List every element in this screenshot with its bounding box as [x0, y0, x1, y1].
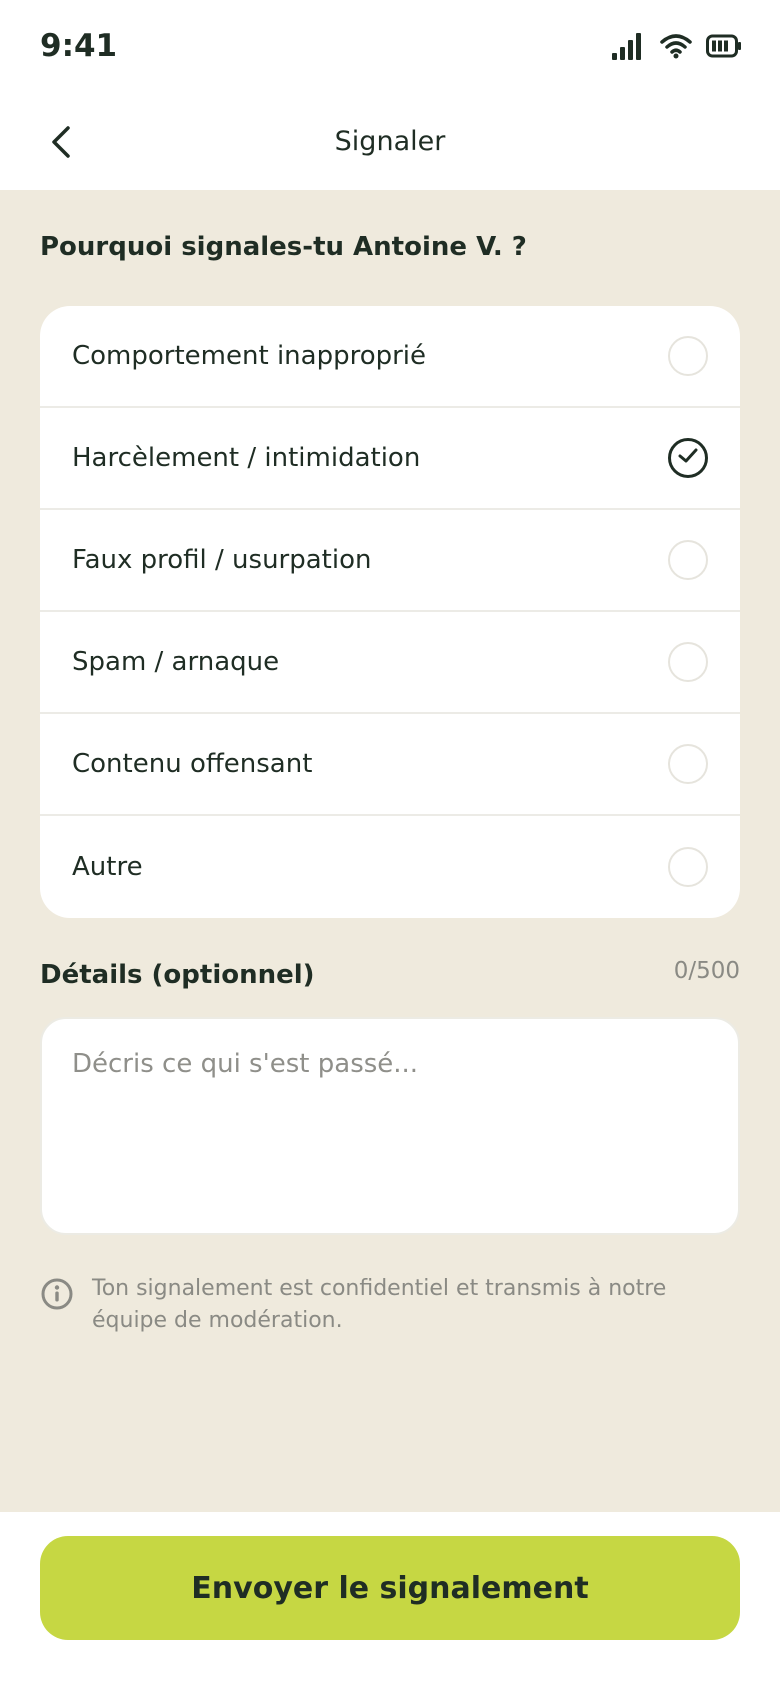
status-icons [612, 32, 742, 64]
reason-label: Faux profil / usurpation [72, 545, 372, 575]
details-textarea[interactable] [42, 1019, 738, 1233]
radio-button-checked[interactable] [668, 438, 708, 478]
check-icon [677, 447, 699, 469]
radio-button[interactable] [668, 642, 708, 682]
header: Signaler [0, 96, 780, 190]
reason-label: Spam / arnaque [72, 647, 280, 677]
reason-option[interactable]: Comportement inapproprié [40, 306, 740, 408]
reason-label: Contenu offensant [72, 749, 313, 779]
radio-button[interactable] [668, 847, 708, 887]
status-time: 9:41 [40, 28, 118, 64]
submit-report-button[interactable]: Envoyer le signalement [40, 1536, 740, 1640]
info-text: Ton signalement est confidentiel et tran… [92, 1276, 667, 1333]
radio-button[interactable] [668, 336, 708, 376]
radio-button[interactable] [668, 540, 708, 580]
reason-label: Harcèlement / intimidation [72, 443, 421, 473]
details-field-container [40, 1017, 740, 1235]
info-note: Ton signalement est confidentiel et tran… [40, 1273, 740, 1337]
reason-option[interactable]: Harcèlement / intimidation [40, 408, 740, 510]
info-icon [40, 1273, 74, 1315]
reason-option[interactable]: Autre [40, 816, 740, 918]
reason-option[interactable]: Contenu offensant [40, 714, 740, 816]
details-label: Détails (optionnel) [40, 960, 315, 990]
character-counter: 0/500 [673, 958, 740, 984]
page-title: Signaler [334, 126, 446, 157]
status-bar: 9:41 [0, 0, 780, 96]
footer: Envoyer le signalement [0, 1512, 780, 1688]
signal-icon [612, 32, 646, 64]
wifi-icon [660, 33, 692, 63]
reason-option[interactable]: Faux profil / usurpation [40, 510, 740, 612]
reason-label: Autre [72, 852, 143, 882]
reason-label: Comportement inapproprié [72, 341, 427, 371]
reason-options: Comportement inapproprié Harcèlement / i… [40, 306, 740, 918]
report-question: Pourquoi signales-tu Antoine V. ? [40, 232, 527, 262]
reason-option[interactable]: Spam / arnaque [40, 612, 740, 714]
battery-icon [706, 34, 742, 62]
radio-button[interactable] [668, 744, 708, 784]
